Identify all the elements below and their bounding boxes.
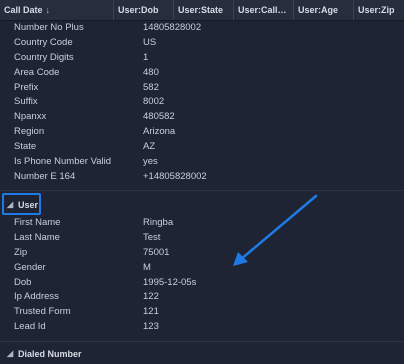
- annotation-arrow-icon: [233, 194, 318, 266]
